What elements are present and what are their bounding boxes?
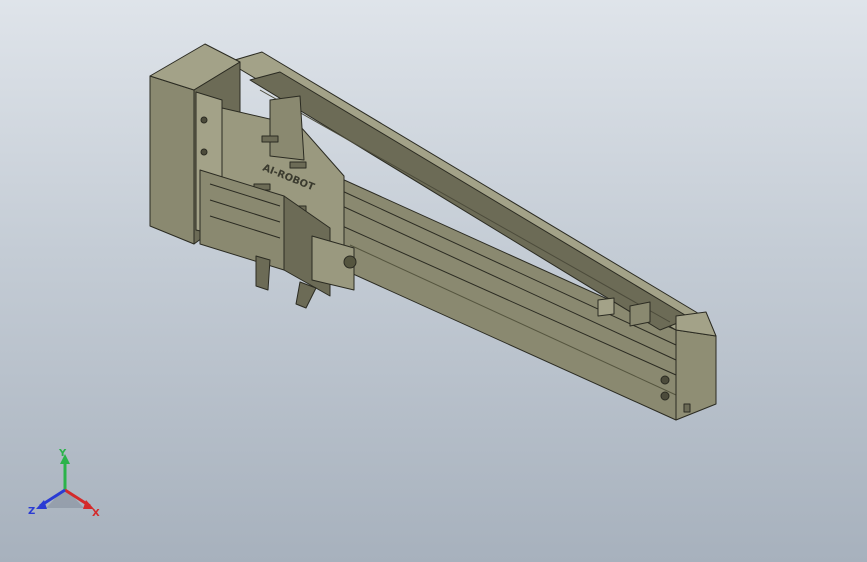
end-cap-bolt-1 [660, 375, 670, 385]
cad-viewport[interactable]: AI-ROBOT Y X Z [0, 0, 867, 562]
motor-housing-front [149, 75, 195, 245]
z-axis-label: Z [28, 506, 35, 517]
rail-stop-block [597, 297, 615, 317]
gripper-fitting [343, 255, 357, 269]
gripper-finger-1 [255, 255, 271, 291]
end-cap-notch [683, 403, 691, 413]
carriage-slot-1 [261, 135, 279, 143]
end-cap-front [675, 329, 717, 421]
rail-stop-block-2 [629, 301, 651, 327]
axis-triad[interactable]: Y X Z [28, 448, 102, 520]
end-cap-bolt-2 [660, 391, 670, 401]
x-axis-label: X [92, 508, 100, 519]
mount-bolt-1 [200, 116, 208, 124]
mount-bolt-2 [200, 148, 208, 156]
carriage-slot-2 [289, 161, 307, 169]
carriage-top-block [269, 95, 305, 161]
linear-actuator-model[interactable]: AI-ROBOT [0, 0, 867, 562]
y-axis-label: Y [58, 448, 67, 459]
